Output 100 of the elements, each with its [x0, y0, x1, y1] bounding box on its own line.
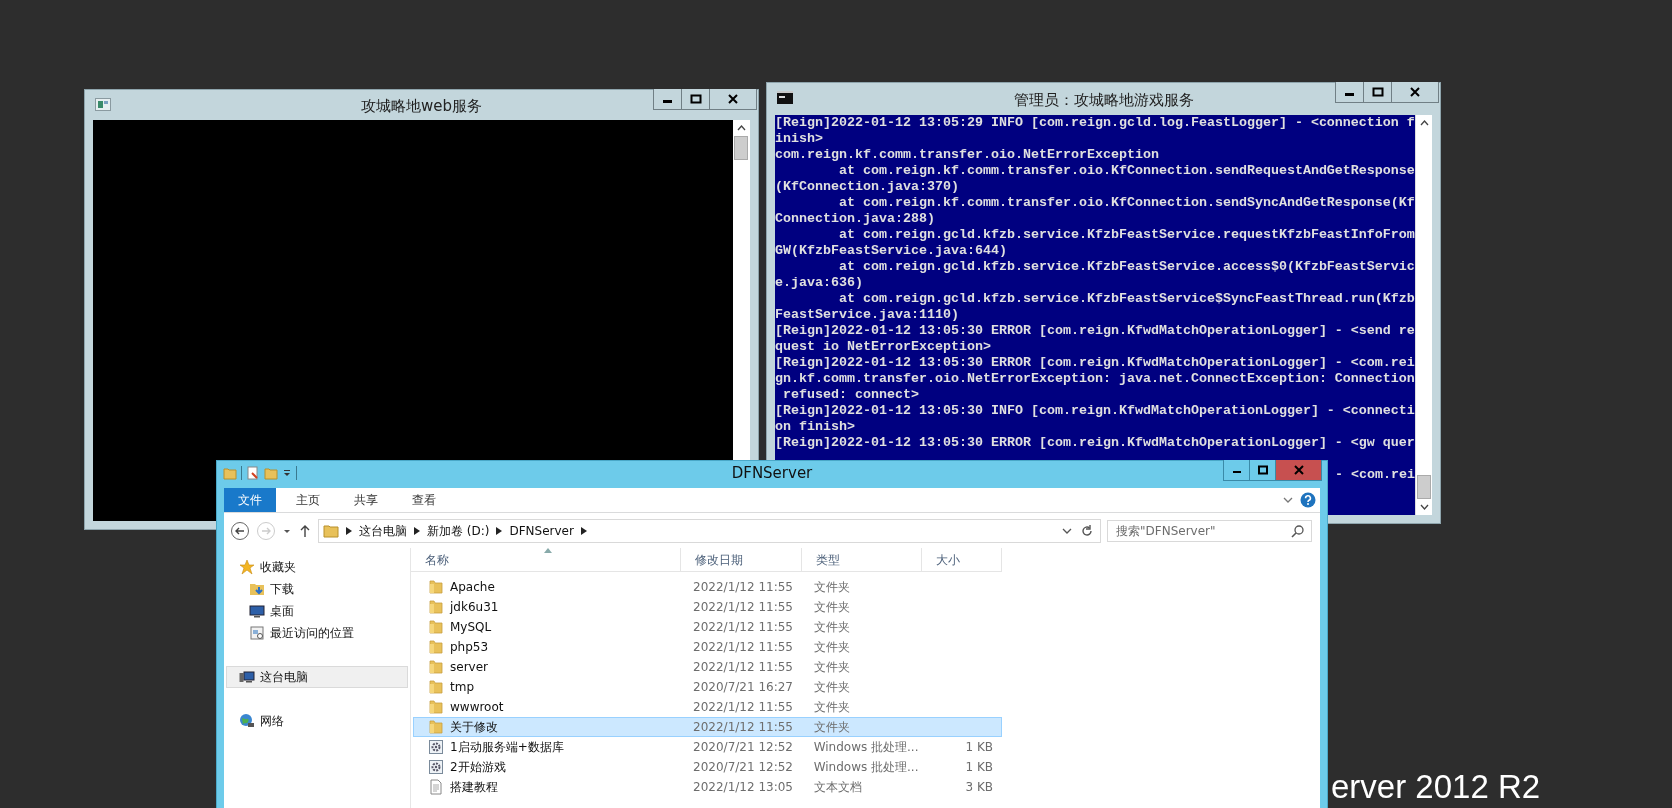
- download-folder-icon: [249, 581, 265, 597]
- breadcrumb-arrow-icon[interactable]: [580, 527, 587, 535]
- table-cell-text: 文件夹: [812, 598, 851, 616]
- expand-ribbon-icon[interactable]: [1282, 495, 1294, 505]
- file-row[interactable]: tmp 2020/7/21 16:27 文件夹: [413, 677, 1002, 697]
- table-cell-text: 文件夹: [812, 698, 851, 716]
- minimize-button[interactable]: [1223, 460, 1250, 481]
- maximize-icon: [1371, 87, 1384, 97]
- recent-places-icon: [249, 625, 265, 641]
- new-folder-icon: [264, 466, 278, 480]
- refresh-icon[interactable]: [1080, 524, 1094, 538]
- nav-item[interactable]: 网络: [226, 710, 408, 732]
- maximize-button[interactable]: [682, 89, 710, 109]
- file-tab[interactable]: 文件: [224, 488, 276, 512]
- sort-ascending-icon: [544, 548, 552, 553]
- minimize-button[interactable]: [1336, 82, 1364, 102]
- table-cell-text: 文件夹: [812, 718, 851, 736]
- column-header[interactable]: 类型: [802, 548, 922, 572]
- file-row[interactable]: 1启动服务端+数据库 2020/7/21 12:52 Windows 批处理... 1 KB: [413, 737, 1002, 757]
- nav-item[interactable]: 收藏夹: [226, 556, 408, 578]
- ribbon-tab[interactable]: 查看: [398, 488, 450, 512]
- console-line: (KfConnection.java:370): [775, 179, 960, 195]
- table-cell: 1 KB: [965, 760, 993, 774]
- console-line: [Reign]2022-01-12 13:05:30 ERROR [com.reign.KfwdMatchOperationLogger] - <send re: [775, 323, 1415, 339]
- folder-icon: [428, 719, 444, 735]
- console-line: e.java:636): [775, 275, 864, 291]
- console-line: at com.reign.kf.comm.transfer.oio.KfConnection.sendRequestAndGetResponse: [838, 163, 1415, 179]
- search-icon: [1291, 524, 1305, 538]
- desktop-edition-text: erver 2012 R2: [1331, 768, 1541, 806]
- gear-file-icon: [428, 739, 444, 755]
- maximize-button[interactable]: [1364, 82, 1392, 102]
- table-cell-text: 文本文档: [812, 778, 863, 796]
- scroll-thumb[interactable]: [1417, 475, 1431, 499]
- breadcrumb-arrow-icon[interactable]: [414, 527, 420, 535]
- back-icon[interactable]: [230, 521, 250, 541]
- help-icon[interactable]: [1300, 492, 1316, 508]
- column-header[interactable]: 修改日期: [681, 548, 802, 572]
- table-cell-text: 2022/1/12 11:55: [692, 660, 794, 674]
- breadcrumb-item[interactable]: 这台电脑: [359, 522, 407, 540]
- file-row[interactable]: php53 2022/1/12 11:55 文件夹: [413, 637, 1002, 657]
- file-row[interactable]: jdk6u31 2022/1/12 11:55 文件夹: [413, 597, 1002, 617]
- column-header[interactable]: 名称: [411, 548, 681, 572]
- file-row[interactable]: 关于修改 2022/1/12 11:55 文件夹: [413, 717, 1002, 737]
- table-cell-text: 2022/1/12 11:55: [692, 580, 794, 594]
- table-cell: 3 KB: [965, 780, 993, 794]
- nav-item[interactable]: 下载: [226, 578, 408, 600]
- history-dropdown-icon[interactable]: [1061, 526, 1073, 536]
- close-icon: [727, 94, 739, 104]
- table-cell-text: 2022/1/12 11:55: [692, 720, 794, 734]
- console-line: [Reign]2022-01-12 13:05:30 INFO [com.reign.KfwdMatchOperationLogger] - <connecti: [775, 403, 1415, 419]
- address-bar[interactable]: 这台电脑 新加卷 (D:) DFNServer: [318, 519, 1101, 543]
- nav-item[interactable]: 桌面: [226, 600, 408, 622]
- close-icon: [1292, 465, 1305, 475]
- file-row[interactable]: wwwroot 2022/1/12 11:55 文件夹: [413, 697, 1002, 717]
- console-line: on finish>: [775, 419, 856, 435]
- file-name: php53: [450, 640, 489, 654]
- scrollbar[interactable]: [1415, 115, 1432, 515]
- table-cell-text: 文件夹: [812, 578, 851, 596]
- search-field[interactable]: 搜索"DFNServer": [1107, 520, 1312, 542]
- file-row[interactable]: Apache 2022/1/12 11:55 文件夹: [413, 577, 1002, 597]
- scroll-thumb[interactable]: [734, 136, 748, 160]
- file-row[interactable]: 2开始游戏 2020/7/21 12:52 Windows 批处理... 1 KB: [413, 757, 1002, 777]
- close-button[interactable]: [1275, 460, 1322, 481]
- folder-icon: [428, 679, 444, 695]
- console-line: quest io NetErrorException>: [775, 339, 992, 355]
- maximize-icon: [689, 94, 702, 104]
- window-title: DFNServer: [730, 464, 814, 482]
- file-name: 1启动服务端+数据库: [450, 738, 564, 756]
- ribbon-tab[interactable]: 主页: [282, 488, 334, 512]
- breadcrumb-item[interactable]: 新加卷 (D:): [427, 522, 490, 540]
- file-row[interactable]: MySQL 2022/1/12 11:55 文件夹: [413, 617, 1002, 637]
- file-name: jdk6u31: [450, 600, 499, 614]
- console-line: inish>: [775, 131, 824, 147]
- breadcrumb-arrow-icon[interactable]: [346, 527, 352, 535]
- column-header[interactable]: 大小: [922, 548, 1002, 572]
- ribbon-tab[interactable]: 共享: [340, 488, 392, 512]
- console-line: - <com.rei: [1335, 467, 1415, 482]
- file-name: MySQL: [450, 620, 492, 634]
- breadcrumb-arrow-icon[interactable]: [496, 527, 503, 535]
- table-cell-text: 2020/7/21 12:52: [692, 740, 794, 754]
- maximize-button[interactable]: [1249, 460, 1276, 481]
- folder-icon: [428, 639, 444, 655]
- file-name: 2开始游戏: [450, 758, 506, 776]
- nav-item[interactable]: 最近访问的位置: [226, 622, 408, 644]
- file-row[interactable]: server 2022/1/12 11:55 文件夹: [413, 657, 1002, 677]
- window-title: 管理员：攻城略地游戏服务: [1013, 89, 1194, 110]
- file-name: wwwroot: [450, 700, 504, 714]
- file-name: 关于修改: [450, 718, 498, 736]
- file-row[interactable]: 搭建教程 2022/1/12 13:05 文本文档 3 KB: [413, 777, 1002, 797]
- console-line: com.reign.kf.comm.transfer.oio.NetErrorException: [775, 147, 1160, 163]
- nav-item[interactable]: 这台电脑: [226, 666, 408, 688]
- folder-icon: [428, 619, 444, 635]
- table-cell-text: 2020/7/21 16:27: [692, 680, 794, 694]
- network-globe-icon: [239, 713, 255, 729]
- minimize-button[interactable]: [654, 89, 682, 109]
- console-line: refused: connect>: [782, 387, 920, 403]
- console-line: Connection.java:288): [775, 211, 936, 227]
- breadcrumb-item[interactable]: DFNServer: [509, 524, 574, 538]
- table-cell-text: 2022/1/12 13:05: [692, 780, 794, 794]
- file-name: 搭建教程: [450, 778, 498, 796]
